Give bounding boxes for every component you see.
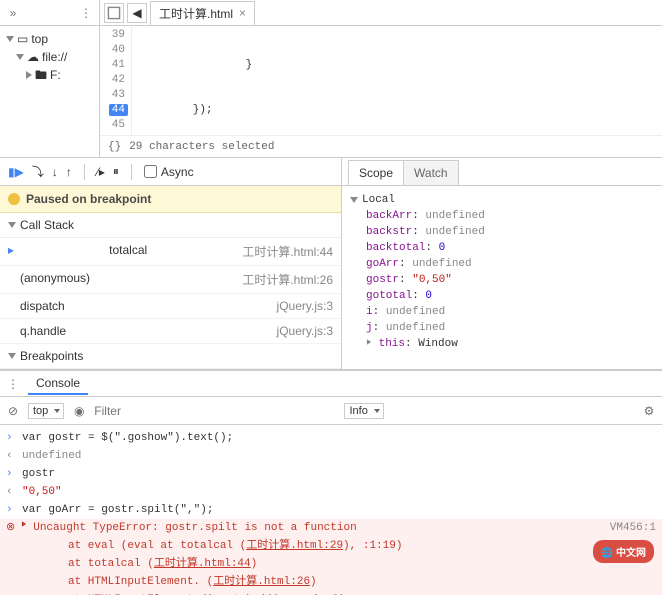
console-kebab-icon[interactable]: ⋮ (6, 377, 20, 391)
scope-prop[interactable]: i: undefined (350, 304, 654, 320)
scope-prop[interactable]: backstr: undefined (350, 224, 654, 240)
async-checkbox[interactable] (144, 165, 157, 178)
tab-label: 工时计算.html (159, 5, 233, 22)
tab-watch[interactable]: Watch (403, 160, 459, 185)
stack-frame[interactable]: dispatchjQuery.js:3 (0, 294, 341, 319)
step-over-icon[interactable]: ⤵ (32, 163, 44, 180)
scope-prop[interactable]: gostr: "0,50" (350, 272, 654, 288)
scope-prop[interactable]: backtotal: 0 (350, 240, 654, 256)
scope-prop[interactable]: gototal: 0 (350, 288, 654, 304)
error-stack-line[interactable]: at HTMLInputElement.dispatch (jQuery.js:… (0, 591, 662, 595)
scope-body[interactable]: Local backArr: undefinedbackstr: undefin… (342, 186, 662, 369)
context-select[interactable]: top (28, 403, 64, 419)
selection-status: 29 characters selected (129, 141, 274, 153)
async-toggle[interactable]: Async (144, 165, 194, 179)
paused-banner: Paused on breakpoint (0, 186, 341, 213)
stack-frame[interactable]: q.handlejQuery.js:3 (0, 319, 341, 344)
callstack-header[interactable]: Call Stack (0, 213, 341, 238)
tab-console[interactable]: Console (28, 373, 88, 395)
console-row[interactable]: ‹"0,50" (0, 483, 662, 501)
kebab-icon[interactable]: ⋮ (79, 6, 93, 20)
tab-scope[interactable]: Scope (348, 160, 404, 185)
step-into-icon[interactable]: ↓ (52, 165, 58, 179)
navigator-pane: » ⋮ ▭top ☁file:// 🖿F: (0, 0, 100, 157)
stack-frame[interactable]: (anonymous)工时计算.html:26 (0, 266, 341, 294)
settings-icon[interactable]: ⚙ (642, 404, 656, 418)
console-row[interactable]: ›var goArr = gostr.spilt(","); (0, 501, 662, 519)
scope-prop[interactable]: j: undefined (350, 320, 654, 336)
tree-scheme[interactable]: ☁file:// (6, 48, 93, 66)
console-log[interactable]: ›var gostr = $(".goshow").text();‹undefi… (0, 425, 662, 595)
braces-icon[interactable]: {} (108, 141, 121, 153)
pause-exc-icon[interactable]: ⏸ (113, 164, 119, 179)
level-select[interactable]: Info (344, 403, 383, 419)
console-row[interactable]: ‹undefined (0, 447, 662, 465)
deactivate-bp-icon[interactable]: ⁄▸ (97, 165, 105, 179)
scope-prop[interactable]: goArr: undefined (350, 256, 654, 272)
nav-back-icon[interactable] (104, 3, 124, 23)
scope-prop[interactable]: backArr: undefined (350, 208, 654, 224)
error-stack-line[interactable]: at totalcal (工时计算.html:44) (0, 555, 662, 573)
nav-list-icon[interactable]: ◀ (127, 3, 147, 23)
clear-console-icon[interactable]: ⊘ (6, 404, 20, 418)
tree-drive[interactable]: 🖿F: (6, 66, 93, 84)
file-tab[interactable]: 工时计算.html × (150, 1, 255, 25)
error-stack-line[interactable]: at HTMLInputElement. (工时计算.html:26) (0, 573, 662, 591)
watermark-badge: 🌐 中文网 (593, 540, 654, 563)
gutter[interactable]: 39404142434445 (100, 26, 132, 135)
eye-icon[interactable]: ◉ (72, 404, 86, 418)
error-stack-line[interactable]: at eval (eval at totalcal (工时计算.html:29)… (0, 537, 662, 555)
editor-pane: ◀ 工时计算.html × 39404142434445 } }); funct… (100, 0, 662, 157)
warning-icon (8, 193, 20, 205)
stack-frame[interactable]: ▸ totalcal工时计算.html:44 (0, 238, 341, 266)
filter-input[interactable] (94, 404, 336, 418)
console-error[interactable]: ⊗Uncaught TypeError: gostr.spilt is not … (0, 519, 662, 537)
close-icon[interactable]: × (239, 6, 246, 20)
step-out-icon[interactable]: ↑ (66, 165, 72, 179)
resume-icon[interactable]: ▮▶ (8, 165, 24, 179)
console-row[interactable]: ›gostr (0, 465, 662, 483)
console-row[interactable]: ›var gostr = $(".goshow").text(); (0, 429, 662, 447)
breakpoints-header[interactable]: Breakpoints (0, 344, 341, 369)
collapse-icon[interactable]: » (6, 6, 20, 20)
tree-top[interactable]: ▭top (6, 30, 93, 48)
code-body[interactable]: } }); function totalcal(){ var gototal =… (132, 26, 662, 135)
